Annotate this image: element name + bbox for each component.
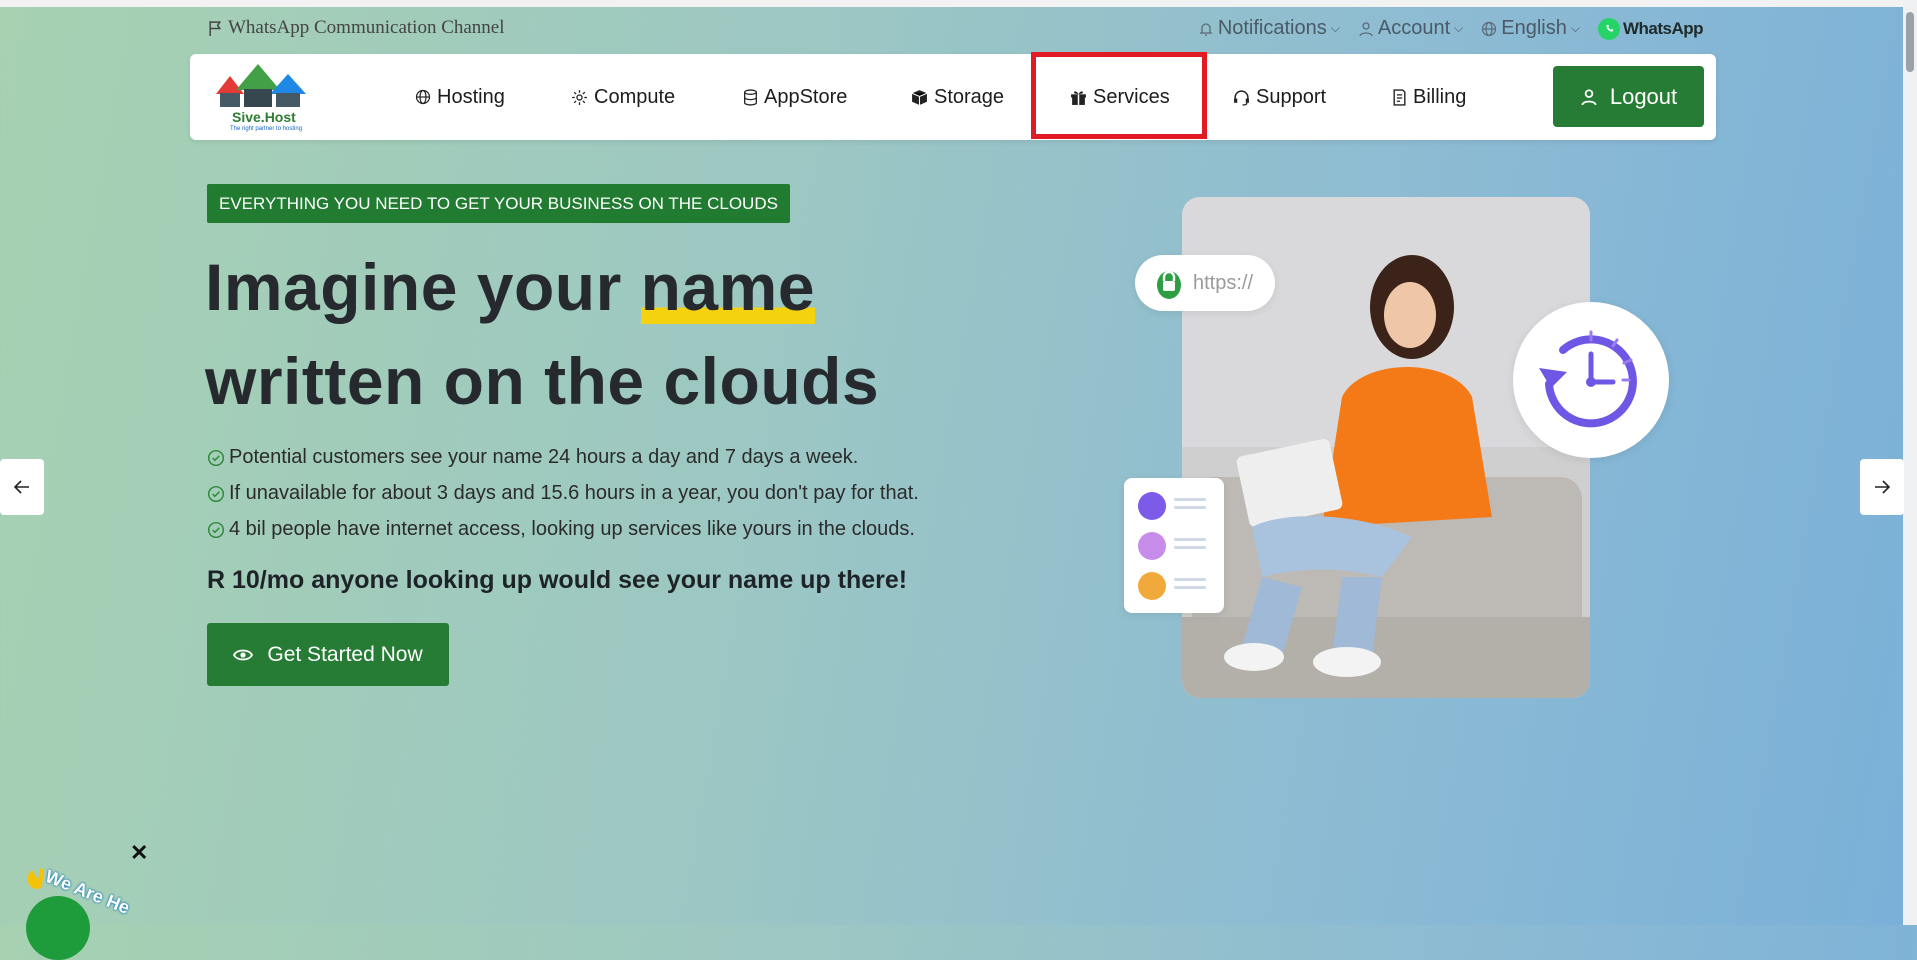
nav-item-label: AppStore [764, 85, 848, 108]
hero-badge: EVERYTHING YOU NEED TO GET YOUR BUSINESS… [207, 184, 790, 223]
cloud-icon [1138, 532, 1166, 560]
notifications-label: Notifications [1217, 17, 1327, 39]
headset-icon [1234, 89, 1249, 106]
database-icon [744, 88, 757, 106]
logo-text: Sive.Host [232, 109, 296, 125]
scrollbar-thumb[interactable] [1906, 12, 1914, 72]
lock-icon [1157, 270, 1181, 299]
nav-item-support[interactable]: Support [1233, 54, 1326, 140]
globe-icon [415, 89, 431, 105]
hero-bullet: If unavailable for about 3 days and 15.6… [207, 482, 919, 505]
card-line [1174, 498, 1206, 501]
carousel-prev-button[interactable] [0, 459, 44, 515]
nav-item-label: Compute [594, 85, 676, 108]
card-row-cloud [1138, 532, 1210, 562]
user-icon [1359, 21, 1373, 36]
bell-icon [1199, 22, 1213, 36]
flag-icon [209, 20, 222, 36]
hero-title: Imagine your name written on the clouds [205, 240, 879, 428]
hero-title-part1: Imagine your [205, 250, 641, 324]
get-started-label: Get Started Now [267, 642, 423, 666]
card-line [1174, 506, 1206, 509]
language-dropdown[interactable]: English ⌵ [1481, 17, 1580, 40]
card-line [1174, 578, 1206, 581]
user-icon [1581, 88, 1597, 105]
nav-item-storage[interactable]: Storage [911, 54, 1004, 140]
arrow-right-icon [1875, 480, 1890, 494]
browser-top-edge [0, 0, 1917, 7]
shield-icon [1138, 572, 1166, 600]
whatsapp-link[interactable]: WhatsApp [1597, 17, 1704, 40]
clock-refresh-icon [1539, 330, 1637, 428]
card-line [1174, 546, 1206, 549]
box-icon [911, 89, 928, 105]
nav-item-appstore[interactable]: AppStore [743, 54, 847, 140]
utility-bar: WhatsApp Communication Channel Notificat… [207, 17, 1704, 43]
nav-item-label: Support [1256, 85, 1327, 108]
uptime-clock-badge [1513, 302, 1669, 458]
hero-bullet: 4 bil people have internet access, looki… [207, 518, 915, 541]
globe-icon [1482, 21, 1497, 36]
chat-button[interactable] [26, 896, 90, 960]
https-chip: https:// [1135, 255, 1275, 311]
nav-item-label: Hosting [437, 85, 505, 108]
chevron-down-icon: ⌵ [1570, 21, 1580, 35]
carousel-next-button[interactable] [1860, 459, 1904, 515]
check-circle-icon [207, 521, 225, 538]
chevron-down-icon: ⌵ [1454, 21, 1464, 35]
get-started-button[interactable]: Get Started Now [207, 623, 449, 686]
language-label: English [1501, 17, 1567, 39]
nav-item-compute[interactable]: Compute [571, 54, 675, 140]
site-logo[interactable]: Sive.Host The right partner to hosting [208, 60, 328, 136]
account-label: Account [1377, 17, 1451, 39]
arrow-left-icon [14, 480, 29, 494]
card-line [1174, 538, 1206, 541]
nav-item-billing[interactable]: Billing [1392, 54, 1466, 140]
hero-bullet: Potential customers see your name 24 hou… [207, 446, 858, 469]
logo-huts-icon [216, 64, 306, 107]
hero-title-highlight: name [640, 250, 816, 324]
nav-item-hosting[interactable]: Hosting [415, 54, 505, 140]
services-highlight-box [1031, 52, 1207, 139]
whatsapp-icon [1597, 17, 1620, 40]
notifications-dropdown[interactable]: Notifications ⌵ [1198, 17, 1340, 40]
eye-icon [233, 649, 254, 660]
card-line [1174, 586, 1206, 589]
card-row-security [1138, 572, 1210, 602]
hero-bullet-text: If unavailable for about 3 days and 15.6… [229, 482, 919, 504]
page-scrollbar[interactable] [1903, 0, 1917, 925]
check-circle-icon [207, 485, 225, 502]
services-mini-card [1124, 478, 1224, 613]
hero-price-line: R 10/mo anyone looking up would see your… [207, 566, 908, 594]
channel-label: WhatsApp Communication Channel [228, 17, 505, 38]
logout-label: Logout [1609, 83, 1678, 109]
storage-icon [1138, 492, 1166, 520]
whatsapp-label: WhatsApp [1622, 18, 1704, 38]
https-label: https:// [1193, 271, 1254, 294]
invoice-icon [1393, 88, 1406, 106]
check-circle-icon [207, 449, 225, 466]
logo-tagline: The right partner to hosting [230, 126, 303, 132]
help-widget-close-icon[interactable]: ✕ [130, 840, 148, 866]
card-row-storage [1138, 492, 1210, 522]
hero-title-line2: written on the clouds [205, 344, 880, 418]
help-chat-widget[interactable]: We Are He [20, 840, 140, 960]
account-dropdown[interactable]: Account ⌵ [1358, 17, 1463, 40]
nav-item-label: Storage [934, 85, 1005, 108]
gear-icon [572, 89, 587, 105]
chevron-down-icon: ⌵ [1330, 21, 1340, 35]
whatsapp-channel-link[interactable]: WhatsApp Communication Channel [207, 17, 505, 39]
hero-title-line1: Imagine your name [205, 240, 879, 334]
hero-bullet-text: Potential customers see your name 24 hou… [229, 446, 859, 468]
hero-bullet-text: 4 bil people have internet access, looki… [229, 518, 915, 540]
logout-button[interactable]: Logout [1553, 66, 1704, 127]
nav-item-label: Billing [1413, 85, 1467, 108]
